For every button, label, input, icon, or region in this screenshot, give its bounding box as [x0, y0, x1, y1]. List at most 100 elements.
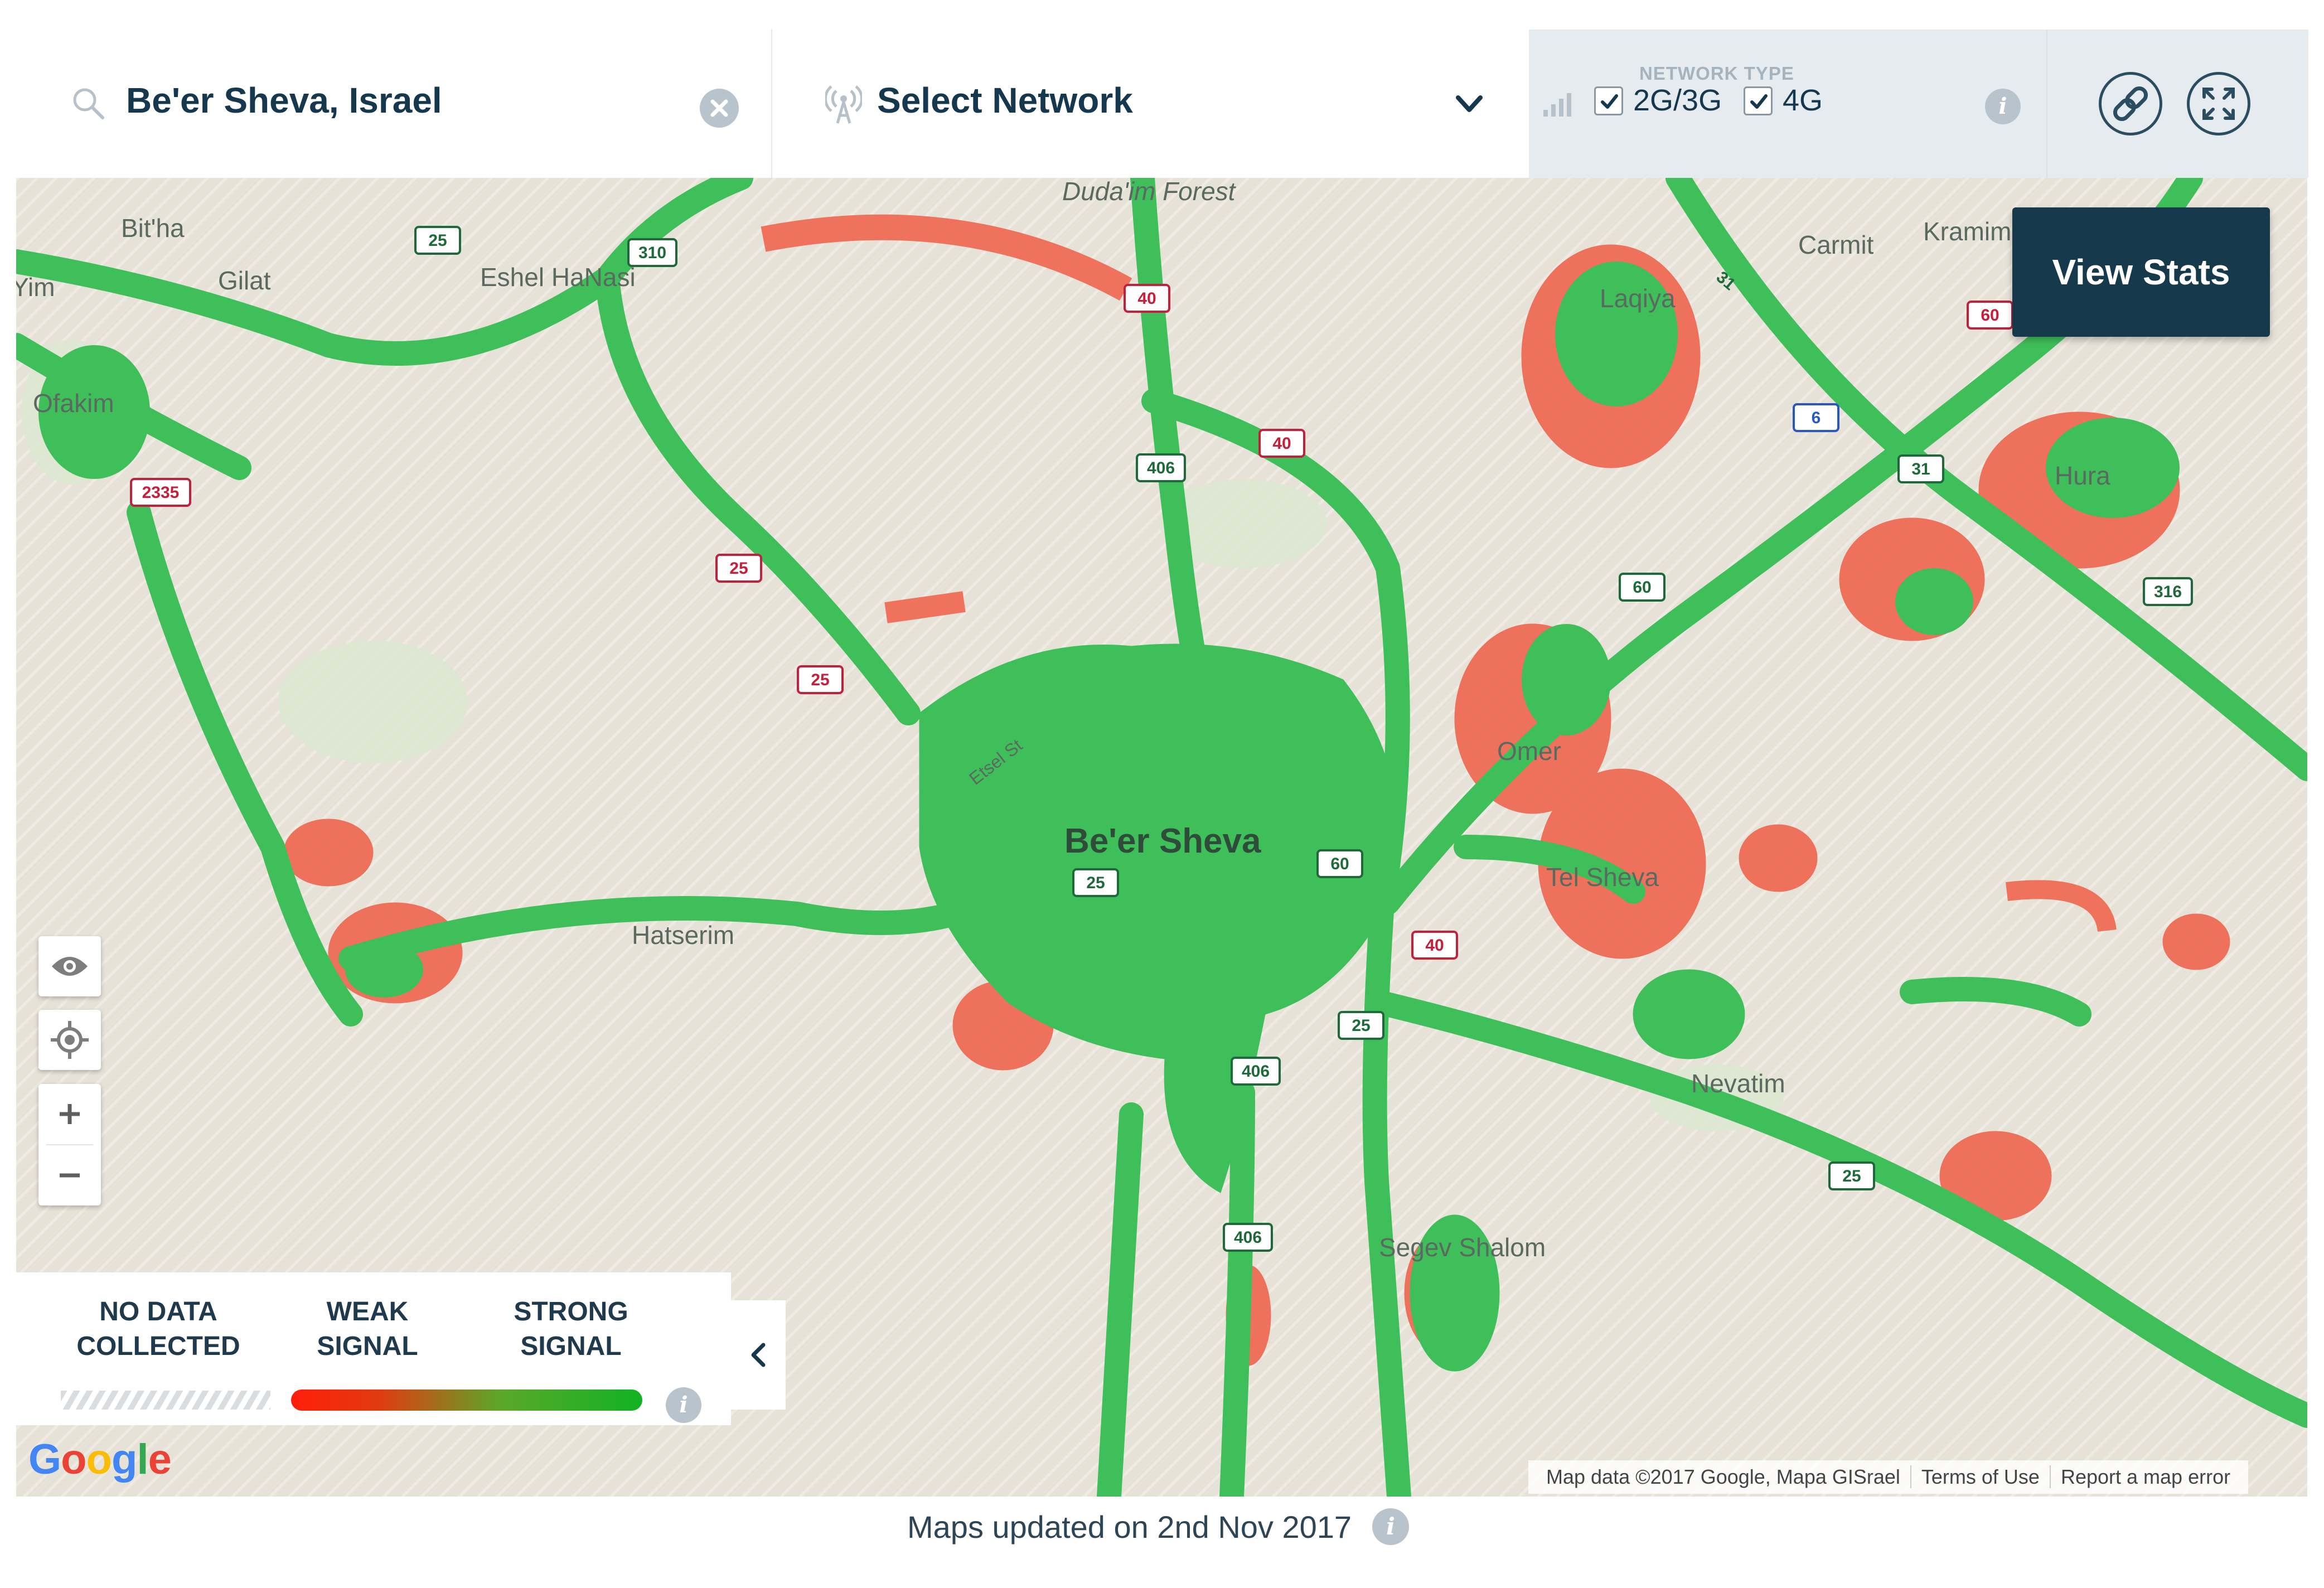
legend-weak-label: WEAK SIGNAL: [284, 1295, 451, 1364]
checkbox-2g3g-label: 2G/3G: [1633, 84, 1722, 117]
place-hatserim: Hatserim: [632, 921, 734, 950]
shield-25f: 25: [1828, 1161, 1875, 1190]
legend-strong-line1: STRONG: [514, 1297, 628, 1326]
place-omer: Omer: [1497, 737, 1561, 766]
shield-60a: 60: [1967, 301, 2013, 330]
shield-316: 316: [2143, 577, 2193, 606]
network-select-label: Select Network: [877, 80, 1133, 120]
chevron-left-icon: [751, 1343, 766, 1367]
info-icon[interactable]: i: [1372, 1508, 1409, 1545]
svg-text:40: 40: [1425, 936, 1444, 955]
locate-icon: [51, 1021, 89, 1059]
svg-text:2335: 2335: [142, 483, 180, 502]
plus-icon: [60, 1104, 80, 1124]
info-icon[interactable]: i: [1985, 89, 2021, 124]
search-icon: [73, 88, 104, 119]
checkbox-4g[interactable]: [1744, 86, 1773, 115]
legend-no-data-line2: COLLECTED: [76, 1332, 240, 1361]
place-ofakim: Ofakim: [33, 389, 114, 418]
shield-406c: 406: [1223, 1223, 1273, 1252]
shield-6: 6: [1793, 403, 1839, 432]
my-location-button[interactable]: [38, 1010, 101, 1070]
network-select[interactable]: Select Network: [772, 30, 1529, 178]
legend-no-data-label: NO DATA COLLECTED: [61, 1295, 256, 1364]
shield-40a: 40: [1124, 284, 1170, 313]
shield-31: 31: [1897, 454, 1944, 483]
place-carmit: Carmit: [1798, 230, 1874, 259]
collapse-legend-button[interactable]: [731, 1300, 786, 1410]
legend-weak-line1: WEAK: [326, 1297, 409, 1326]
top-bar: Be'er Sheva, Israel Select Network NETWO…: [16, 30, 2308, 178]
map-actions: [2046, 30, 2308, 178]
place-bitha: Bit'ha: [121, 214, 185, 243]
info-icon[interactable]: i: [666, 1387, 701, 1423]
search-input[interactable]: Be'er Sheva, Israel: [126, 80, 442, 121]
legend-strong-line2: SIGNAL: [520, 1332, 622, 1361]
place-tel-sheva: Tel Sheva: [1546, 863, 1659, 892]
shield-40b: 40: [1258, 429, 1305, 458]
shield-25e: 25: [1338, 1011, 1384, 1040]
locate-control: [38, 1010, 101, 1070]
svg-text:406: 406: [1234, 1228, 1262, 1247]
place-segev-shalom: Segev Shalom: [1379, 1233, 1546, 1262]
map-data-credit: Map data ©2017 Google, Mapa GISrael: [1546, 1465, 1900, 1488]
svg-text:60: 60: [1330, 855, 1349, 873]
shield-40c: 40: [1411, 931, 1458, 960]
zoom-out-button[interactable]: [38, 1145, 101, 1205]
shield-310: 310: [627, 238, 677, 267]
fullscreen-button[interactable]: [2187, 72, 2250, 135]
location-search[interactable]: Be'er Sheva, Israel: [16, 30, 772, 178]
clear-search-button[interactable]: [700, 89, 739, 128]
place-kramim: Kramim: [1923, 217, 2011, 246]
check-icon: [1750, 94, 1768, 109]
legend-strong-label: STRONG SIGNAL: [473, 1295, 669, 1364]
place-eshel: Eshel HaNasi: [480, 263, 636, 292]
map-attribution: Map data ©2017 Google, Mapa GISrael Terms…: [1528, 1460, 2249, 1494]
share-link-button[interactable]: [2099, 72, 2162, 135]
shield-60c: 60: [1316, 849, 1363, 878]
terms-of-use-link[interactable]: Terms of Use: [1910, 1465, 2050, 1488]
place-nevatim: Nevatim: [1691, 1069, 1785, 1098]
antenna-icon: [825, 85, 862, 124]
visibility-control: [38, 936, 101, 996]
shield-406a: 406: [1136, 453, 1186, 482]
chevron-down-icon[interactable]: [1453, 90, 1486, 118]
network-type-filter: NETWORK TYPE 2G/3G 4G i: [1529, 30, 2046, 178]
checkbox-2g3g[interactable]: [1594, 86, 1623, 115]
svg-text:40: 40: [1272, 434, 1291, 453]
network-type-title: NETWORK TYPE: [1639, 63, 1794, 84]
signal-bars-icon: [1543, 93, 1571, 117]
place-beer-sheva: Be'er Sheva: [1064, 822, 1261, 860]
place-hura: Hura: [2055, 461, 2110, 490]
legend-no-data-swatch: [61, 1391, 270, 1410]
svg-text:25: 25: [1086, 874, 1105, 892]
check-icon: [1601, 94, 1618, 109]
footer: Maps updated on 2nd Nov 2017 i: [16, 1497, 2307, 1557]
coverage-map[interactable]: 25 310 40 2335 25 25 406 40 60 6 31 60 3…: [16, 178, 2307, 1497]
link-icon: [2113, 86, 2148, 122]
place-laqiya: Laqiya: [1600, 284, 1676, 313]
report-map-error-link[interactable]: Report a map error: [2049, 1465, 2241, 1488]
fullscreen-icon: [2202, 88, 2235, 120]
google-logo: Google: [28, 1436, 172, 1483]
svg-text:25: 25: [1352, 1016, 1370, 1035]
svg-text:40: 40: [1137, 289, 1156, 308]
clear-icon: [710, 99, 728, 117]
svg-text:60: 60: [1633, 578, 1651, 597]
shield-25b: 25: [715, 554, 762, 583]
app-frame: Be'er Sheva, Israel Select Network NETWO…: [16, 30, 2308, 1557]
toggle-visibility-button[interactable]: [38, 936, 101, 996]
legend-no-data-line1: NO DATA: [99, 1297, 217, 1326]
shield-25d: 25: [1072, 868, 1119, 897]
zoom-in-button[interactable]: [38, 1084, 101, 1144]
maps-updated-text: Maps updated on 2nd Nov 2017: [907, 1509, 1352, 1545]
shield-25a: 25: [414, 226, 461, 255]
view-stats-button[interactable]: View Stats: [2012, 207, 2270, 337]
place-yim: Yim: [16, 273, 55, 302]
zoom-control: [38, 1084, 101, 1205]
shield-2335: 2335: [130, 478, 191, 507]
place-gilat: Gilat: [218, 266, 271, 295]
legend-signal-gradient: [291, 1389, 642, 1411]
svg-text:25: 25: [811, 671, 829, 689]
svg-text:25: 25: [428, 231, 447, 250]
